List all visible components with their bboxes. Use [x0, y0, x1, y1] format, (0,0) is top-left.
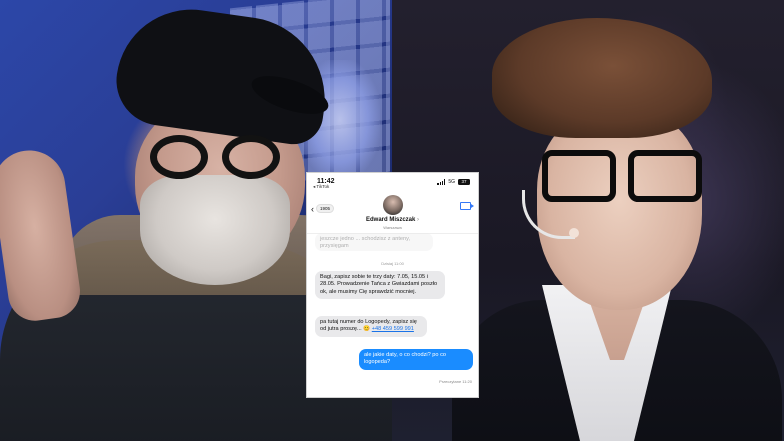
microphone-tip: [569, 228, 579, 238]
status-bar: 11:42 5G 37: [307, 175, 478, 187]
signal-icon: [437, 179, 446, 185]
faded-message: jeszcze jedno ... schodzisz z anteny, pr…: [315, 233, 433, 251]
hair: [492, 18, 712, 138]
message-incoming: Bagi, zapisz sobie te trzy daty: 7.05, 1…: [315, 271, 445, 300]
contact-subtitle: Warszawa: [383, 225, 402, 230]
waving-hand: [0, 145, 84, 325]
beard: [140, 175, 290, 285]
read-receipt: Przeczytane 11:20: [439, 379, 472, 384]
contact-name[interactable]: Edward Miszczak ›: [307, 217, 478, 223]
glasses: [150, 135, 300, 185]
unread-count-badge: 1905: [316, 204, 335, 213]
network-label: 5G: [448, 179, 455, 185]
message-outgoing: ale jakie daty, o co chodzi? po co logop…: [359, 349, 473, 370]
back-to-app-link[interactable]: ◂ TikTok: [313, 184, 329, 190]
headset-microphone: [522, 190, 575, 239]
message-incoming: pa tutaj numer do Logopedy, zapisz się o…: [315, 316, 427, 337]
conversation-header: ‹ 1905 Edward Miszczak › Warszawa: [307, 195, 478, 234]
system-icons: 5G 37: [437, 179, 470, 185]
date-stamp: Dzisiaj 11:00: [381, 261, 404, 266]
chevron-right-icon: ›: [417, 217, 420, 223]
battery-icon: 37: [458, 179, 470, 185]
phone-number-link[interactable]: +48 459 599 991: [372, 326, 414, 332]
sms-screenshot: 11:42 5G 37 ◂ TikTok ‹ 1905 Edward Miszc…: [306, 172, 479, 398]
video-call-icon[interactable]: [460, 202, 474, 210]
contact-avatar[interactable]: [383, 195, 403, 215]
back-button[interactable]: ‹ 1905: [311, 203, 335, 214]
chevron-left-icon: ‹: [311, 203, 314, 214]
contact-name-text: Edward Miszczak: [365, 217, 416, 223]
